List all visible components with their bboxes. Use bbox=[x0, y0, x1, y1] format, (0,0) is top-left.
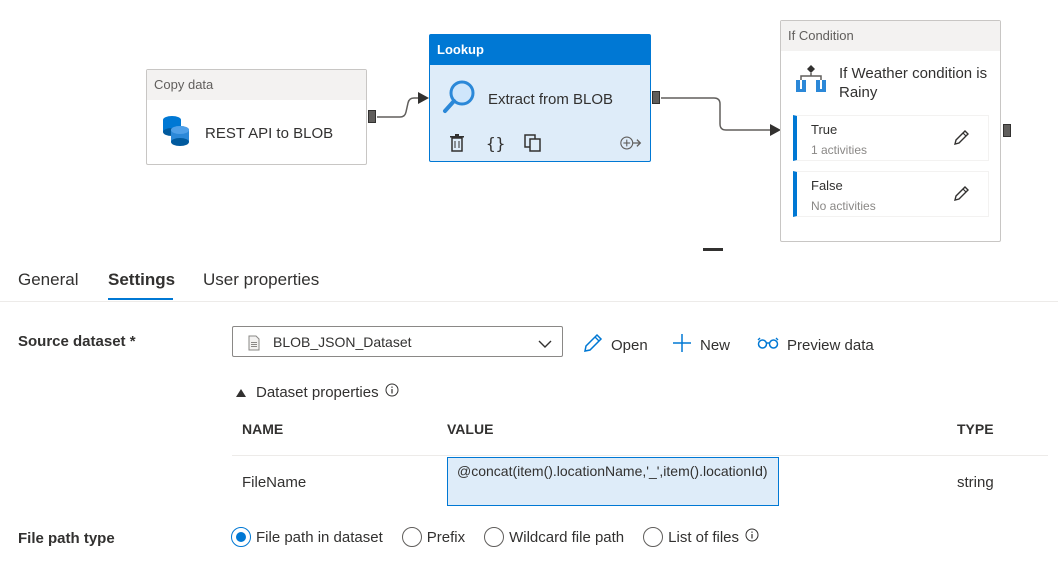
property-type-cell: string bbox=[957, 474, 994, 491]
radio-button[interactable] bbox=[231, 527, 251, 547]
output-port[interactable] bbox=[368, 110, 376, 123]
delete-icon[interactable] bbox=[446, 133, 468, 153]
open-label: Open bbox=[611, 336, 648, 354]
column-header-name: NAME bbox=[242, 421, 284, 437]
source-dataset-label: Source dataset * bbox=[18, 333, 136, 350]
radio-button[interactable] bbox=[643, 527, 664, 547]
radio-wildcard-file-path[interactable]: Wildcard file path bbox=[484, 527, 624, 547]
radio-label: Wildcard file path bbox=[509, 528, 625, 546]
branch-false[interactable]: False No activities bbox=[793, 171, 989, 217]
collapse-triangle-icon bbox=[236, 384, 246, 401]
connector-copy-to-lookup bbox=[377, 97, 420, 118]
new-dataset-button[interactable]: New bbox=[672, 334, 730, 356]
copy-data-activity[interactable]: Copy data REST API to BLOB bbox=[146, 69, 367, 165]
open-dataset-button[interactable]: Open bbox=[583, 333, 648, 357]
new-label: New bbox=[700, 336, 731, 354]
output-port[interactable] bbox=[1003, 124, 1011, 137]
source-dataset-dropdown[interactable]: BLOB_JSON_Dataset bbox=[232, 326, 563, 357]
branch-label: True bbox=[811, 122, 838, 137]
branch-activity-count: 1 activities bbox=[811, 143, 868, 157]
property-name-cell: FileName bbox=[242, 474, 307, 491]
activity-name: If Weather condition is Rainy bbox=[839, 65, 988, 101]
dataset-properties-toggle[interactable]: Dataset properties bbox=[236, 383, 399, 401]
branch-true[interactable]: True 1 activities bbox=[793, 115, 989, 161]
lookup-activity[interactable]: Lookup Extract from BLOB {} bbox=[429, 34, 651, 162]
activity-type-label: Copy data bbox=[147, 70, 366, 100]
active-tab-indicator bbox=[108, 298, 173, 300]
radio-label: Prefix bbox=[426, 528, 466, 546]
tab-settings[interactable]: Settings bbox=[108, 270, 175, 290]
pipeline-canvas[interactable]: Copy data REST API to BLOB Lookup Extrac… bbox=[0, 0, 1058, 251]
database-copy-icon bbox=[161, 114, 191, 153]
branch-activity-count: No activities bbox=[811, 199, 876, 213]
preview-label: Preview data bbox=[787, 336, 874, 354]
table-divider bbox=[232, 455, 1048, 456]
branch-label: False bbox=[811, 178, 843, 193]
file-path-type-label: File path type bbox=[18, 530, 115, 547]
properties-tabs: General Settings User properties bbox=[0, 250, 1058, 302]
magnifier-icon bbox=[442, 79, 476, 120]
info-icon[interactable] bbox=[745, 528, 759, 546]
arrow-head-lookup bbox=[418, 92, 429, 104]
if-condition-icon bbox=[793, 64, 829, 101]
activity-type-label: If Condition bbox=[781, 21, 1000, 51]
dataset-file-icon bbox=[247, 335, 261, 356]
add-output-icon[interactable] bbox=[620, 133, 642, 153]
radio-label: List of files bbox=[668, 528, 740, 546]
radio-file-path-in-dataset[interactable]: File path in dataset bbox=[231, 527, 383, 547]
code-icon[interactable]: {} bbox=[484, 133, 506, 153]
svg-text:{}: {} bbox=[486, 134, 505, 152]
pencil-icon bbox=[583, 333, 611, 357]
radio-label: File path in dataset bbox=[256, 528, 383, 546]
tab-user-properties[interactable]: User properties bbox=[203, 270, 319, 290]
dataset-selected-value: BLOB_JSON_Dataset bbox=[273, 334, 412, 350]
radio-list-of-files[interactable]: List of files bbox=[643, 527, 759, 547]
radio-button[interactable] bbox=[484, 527, 505, 547]
radio-prefix[interactable]: Prefix bbox=[401, 527, 466, 547]
activity-name: REST API to BLOB bbox=[205, 125, 334, 142]
preview-data-button[interactable]: Preview data bbox=[757, 334, 874, 356]
connector-lookup-to-if bbox=[661, 97, 772, 131]
chevron-down-icon bbox=[538, 336, 552, 354]
column-header-type: TYPE bbox=[957, 421, 994, 437]
pencil-icon[interactable] bbox=[952, 185, 970, 208]
info-icon[interactable] bbox=[385, 383, 399, 401]
property-value-input[interactable]: @concat(item().locationName,'_',item().l… bbox=[447, 457, 779, 506]
plus-icon bbox=[672, 333, 700, 357]
activity-name: Extract from BLOB bbox=[488, 91, 614, 108]
file-path-type-radio-group: File path in dataset Prefix Wildcard fil… bbox=[231, 525, 778, 549]
column-header-value: VALUE bbox=[447, 421, 494, 437]
tab-general[interactable]: General bbox=[18, 270, 78, 290]
output-port[interactable] bbox=[652, 91, 660, 104]
glasses-icon bbox=[757, 336, 787, 354]
pencil-icon[interactable] bbox=[952, 129, 970, 152]
dataset-properties-label: Dataset properties bbox=[256, 383, 379, 401]
radio-button[interactable] bbox=[401, 527, 422, 547]
activity-type-label: Lookup bbox=[430, 35, 650, 65]
if-condition-activity[interactable]: If Condition If Weather condition is Rai… bbox=[780, 20, 1001, 242]
copy-icon[interactable] bbox=[522, 133, 544, 153]
